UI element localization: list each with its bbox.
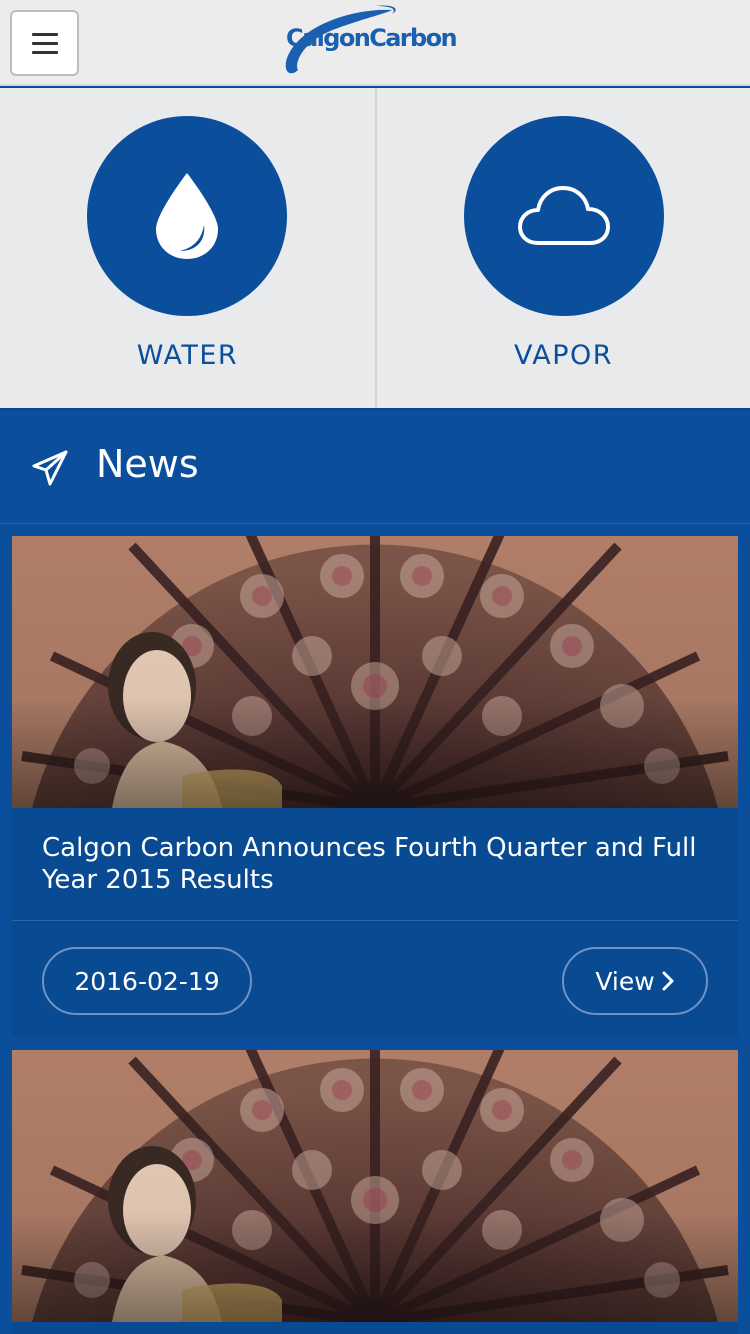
category-grid: WATER VAPOR <box>0 88 750 408</box>
news-card[interactable]: Calgon Carbon Announces Fourth Quarter a… <box>12 536 738 1037</box>
hamburger-menu-icon-bar <box>31 41 58 45</box>
news-card[interactable] <box>12 1050 738 1334</box>
news-title: News <box>96 442 199 486</box>
hamburger-menu-icon-bar <box>31 50 58 54</box>
chevron-right-icon <box>662 971 674 991</box>
news-card-footer: 2016-02-19 View <box>12 921 738 1037</box>
hamburger-menu-icon <box>31 32 58 36</box>
date-badge: 2016-02-19 <box>42 947 252 1015</box>
menu-button[interactable] <box>10 10 79 76</box>
category-vapor[interactable]: VAPOR <box>375 88 750 408</box>
category-water[interactable]: WATER <box>0 88 375 408</box>
vapor-circle[interactable] <box>464 116 664 316</box>
calgon-carbon-logo[interactable]: CalgonCarbon <box>280 4 470 80</box>
news-item-title[interactable]: Calgon Carbon Announces Fourth Quarter a… <box>12 808 738 921</box>
cloud-icon <box>518 186 610 245</box>
water-circle[interactable] <box>87 116 287 316</box>
rose-window-portrait-image <box>12 1050 738 1322</box>
news-image[interactable] <box>12 536 738 808</box>
category-label: VAPOR <box>513 340 613 371</box>
view-button[interactable]: View <box>562 947 708 1015</box>
paper-plane-icon <box>32 450 68 486</box>
news-image[interactable] <box>12 1050 738 1322</box>
news-section-header: News <box>0 408 750 524</box>
app-header: CalgonCarbon <box>0 0 750 86</box>
rose-window-portrait-image <box>12 536 738 808</box>
category-label: WATER <box>136 340 239 371</box>
water-drop-icon <box>156 173 218 259</box>
logo-text: CalgonCarbon <box>286 24 458 52</box>
view-button-label: View <box>595 966 655 996</box>
